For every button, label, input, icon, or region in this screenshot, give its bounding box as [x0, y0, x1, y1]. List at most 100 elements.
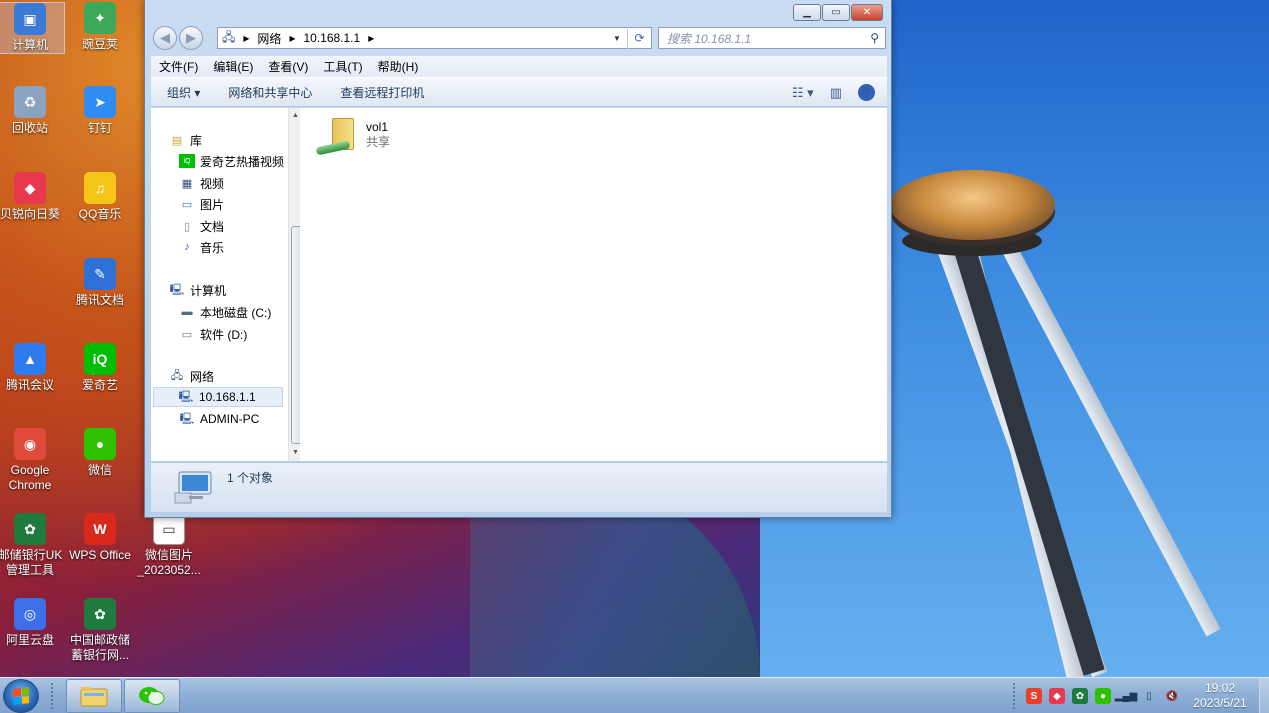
desktop-shortcut[interactable]: ✎ 腾讯文档 — [65, 258, 135, 308]
sunflower-tray-icon[interactable]: ◆ — [1049, 688, 1065, 704]
minimize-button[interactable]: ▁ — [793, 4, 821, 21]
desktop-shortcut[interactable]: ▭ 微信图片_2023052... — [134, 513, 204, 578]
search-icon[interactable]: ⚲ — [870, 31, 879, 45]
maximize-button[interactable]: ▭ — [822, 4, 850, 21]
taskbar-wechat[interactable] — [124, 679, 180, 713]
nav-library[interactable]: ▤ 库 — [169, 130, 202, 150]
tencent-docs-icon: ✎ — [84, 258, 116, 290]
desktop-shortcut[interactable]: ▣ 计算机 — [0, 2, 65, 54]
share-item[interactable]: vol1 共享 — [315, 114, 390, 160]
clock-time: 19:02 — [1204, 681, 1236, 695]
scroll-up-icon[interactable]: ▲ — [292, 112, 299, 119]
psbc-tray-icon[interactable]: ✿ — [1072, 688, 1088, 704]
battery-icon[interactable]: ▯ — [1141, 688, 1157, 704]
breadcrumb-sep-icon: ▸ — [243, 31, 250, 45]
desktop-shortcut-label: QQ音乐 — [78, 207, 122, 221]
scroll-down-icon[interactable]: ▼ — [292, 449, 299, 456]
desktop-shortcut[interactable]: W WPS Office — [65, 513, 135, 563]
explorer-window[interactable]: ▁ ▭ ✕ ◀ ▶ 🖧 ▸ 网络 ▸ 10.168.1.1 ▸ ▼ ⟳ 搜索 1… — [144, 0, 892, 518]
taskbar: S ◆ ✿ ● ▂▄▆ ▯ 🔇 19:02 2023/5/21 — [0, 677, 1269, 713]
system-tray: S ◆ ✿ ● ▂▄▆ ▯ 🔇 19:02 2023/5/21 — [1012, 678, 1269, 713]
desktop-shortcut[interactable]: ◉ Google Chrome — [0, 428, 65, 493]
nav-library-item-label: 文档 — [200, 219, 225, 234]
network-center-button[interactable]: 网络和共享中心 — [228, 84, 312, 101]
desktop-shortcut[interactable]: ➤ 钉钉 — [65, 86, 135, 136]
taskbar-grip[interactable] — [50, 682, 54, 710]
navigation-pane: ▤ 库 iQ 爱奇艺热播视频 ▦ 视频 ▭ 图片 ▯ 文档 ♪ 音乐 🖳 计算机… — [151, 108, 303, 461]
nav-library-item-label: 图片 — [200, 197, 225, 212]
desktop-shortcut-label: 贝锐向日葵 — [0, 207, 60, 221]
menu-view[interactable]: 查看(V) — [268, 58, 308, 75]
desktop-shortcut[interactable]: ♻ 回收站 — [0, 86, 65, 136]
wechat-tray-icon[interactable]: ● — [1095, 688, 1111, 704]
nav-library-item[interactable]: ▭ 图片 — [179, 194, 224, 214]
network-computer-icon: 🖳 — [178, 390, 194, 403]
nav-library-item-label: 视频 — [200, 176, 225, 191]
preview-pane-icon[interactable]: ▥ — [830, 85, 842, 101]
computer-icon: 🖳 — [169, 283, 185, 296]
breadcrumb-network[interactable]: 网络 — [257, 30, 281, 47]
dingtalk-icon: ➤ — [84, 86, 116, 118]
sogou-input-icon[interactable]: S — [1026, 688, 1042, 704]
psbc-uk-icon: ✿ — [14, 513, 46, 545]
nav-library-item[interactable]: ▯ 文档 — [179, 216, 224, 236]
desktop-shortcut[interactable]: ✦ 豌豆荚 — [65, 2, 135, 52]
local-disk-icon: ▬ — [181, 306, 193, 318]
search-input[interactable]: 搜索 10.168.1.1 ⚲ — [658, 27, 886, 49]
nav-computer[interactable]: 🖳 计算机 — [169, 280, 226, 300]
taskbar-explorer[interactable] — [66, 679, 122, 713]
library-icon: ▤ — [171, 134, 183, 147]
view-options-icon[interactable]: ☷ ▾ — [792, 85, 814, 101]
start-button[interactable] — [3, 679, 39, 713]
desktop-shortcut-label: 微信 — [87, 463, 112, 477]
nav-computer-label: 计算机 — [190, 283, 227, 298]
desktop-shortcut[interactable]: ✿ 邮储银行UK管理工具 — [0, 513, 65, 578]
breadcrumb-ip[interactable]: 10.168.1.1 — [303, 31, 360, 45]
show-desktop-button[interactable] — [1259, 678, 1269, 713]
address-bar[interactable]: 🖧 ▸ 网络 ▸ 10.168.1.1 ▸ — [217, 27, 652, 49]
network-icon: 🖧 — [222, 29, 236, 44]
desktop-shortcut[interactable]: ▲ 腾讯会议 — [0, 343, 65, 393]
close-button[interactable]: ✕ — [851, 4, 883, 21]
nav-network-host-selected[interactable]: 🖳 10.168.1.1 — [153, 387, 283, 407]
refresh-icon[interactable]: ⟳ — [627, 27, 651, 49]
menu-tools[interactable]: 工具(T) — [323, 58, 362, 75]
nav-library-item[interactable]: ♪ 音乐 — [179, 237, 224, 257]
back-button[interactable]: ◀ — [153, 26, 177, 50]
network-signal-icon[interactable]: ▂▄▆ — [1115, 688, 1137, 704]
menu-file[interactable]: 文件(F) — [159, 58, 198, 75]
nav-library-item[interactable]: ▦ 视频 — [179, 173, 224, 193]
tray-grip[interactable] — [1012, 682, 1016, 710]
desktop-shortcut-label: 计算机 — [11, 38, 48, 52]
nav-network-host[interactable]: 🖳 ADMIN-PC — [179, 409, 260, 429]
psbc-web-icon: ✿ — [84, 598, 116, 630]
command-bar: 组织 ▾ 网络和共享中心 查看远程打印机 ☷ ▾ ▥ ? — [151, 77, 887, 107]
nav-network[interactable]: 🖧 网络 — [169, 366, 214, 386]
network-computer-icon: 🖳 — [179, 412, 195, 425]
nav-library-item[interactable]: iQ 爱奇艺热播视频 — [179, 151, 284, 171]
clock[interactable]: 19:02 2023/5/21 — [1187, 681, 1253, 711]
address-dropdown-icon[interactable]: ▼ — [608, 27, 626, 49]
wechat-icon — [139, 687, 165, 705]
desktop-shortcut[interactable]: iQ 爱奇艺 — [65, 343, 135, 393]
desktop-shortcut[interactable]: ◎ 阿里云盘 — [0, 598, 65, 648]
nav-drive[interactable]: ▬ 本地磁盘 (C:) — [179, 302, 272, 322]
desktop-shortcut-label: WPS Office — [69, 548, 131, 562]
volume-muted-icon[interactable]: 🔇 — [1164, 688, 1180, 704]
desktop-shortcut[interactable]: ♫ QQ音乐 — [65, 172, 135, 222]
computer-status-icon — [174, 471, 212, 504]
desktop-shortcut-label: Google Chrome — [8, 463, 52, 492]
remote-printers-button[interactable]: 查看远程打印机 — [340, 84, 424, 101]
desktop-shortcut-label: 微信图片_2023052... — [137, 548, 201, 577]
help-icon[interactable]: ? — [858, 84, 875, 101]
menu-help[interactable]: 帮助(H) — [378, 58, 419, 75]
desktop-shortcut[interactable]: ◆ 贝锐向日葵 — [0, 172, 65, 222]
organize-label: 组织 — [167, 85, 192, 100]
status-bar: 1 个对象 — [151, 462, 887, 512]
nav-drive[interactable]: ▭ 软件 (D:) — [179, 324, 248, 344]
organize-button[interactable]: 组织 ▾ — [167, 84, 200, 101]
desktop-shortcut[interactable]: ● 微信 — [65, 428, 135, 478]
desktop-shortcut[interactable]: ✿ 中国邮政储蓄银行网... — [65, 598, 135, 663]
forward-button[interactable]: ▶ — [179, 26, 203, 50]
menu-edit[interactable]: 编辑(E) — [213, 58, 253, 75]
